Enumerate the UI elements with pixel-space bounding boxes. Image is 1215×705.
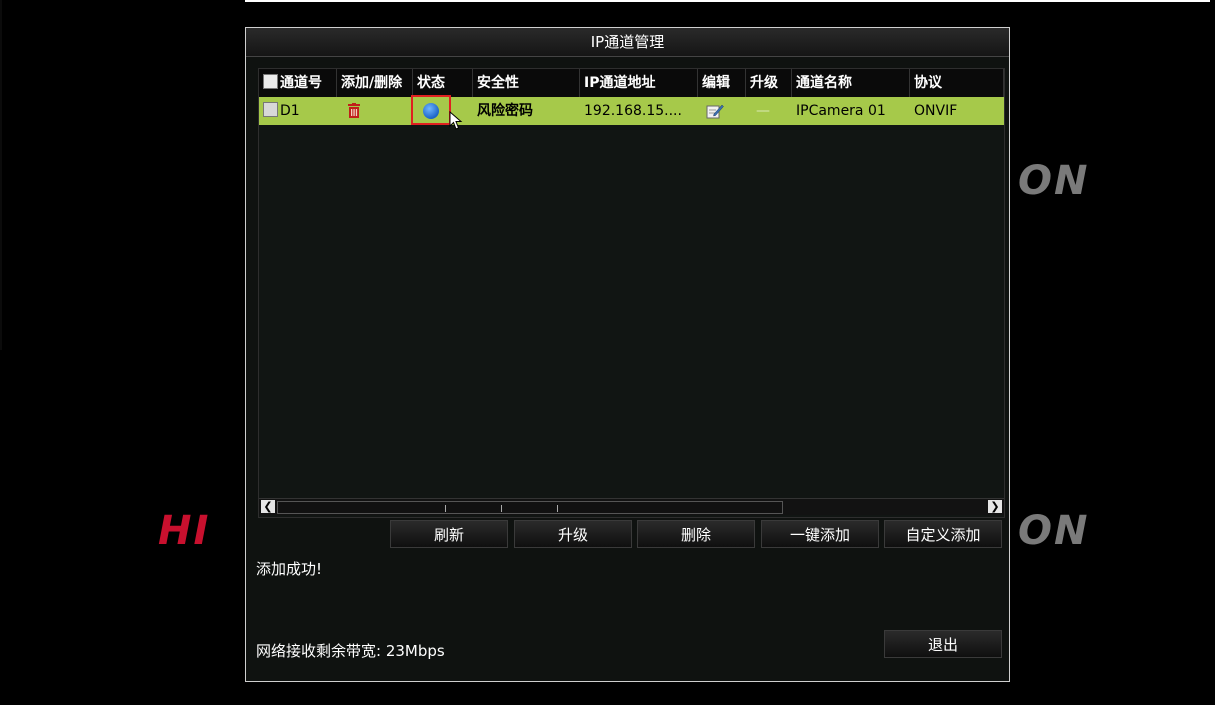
brand-logo-right-top: ON [1018, 158, 1090, 204]
header-protocol: 协议 [910, 69, 1004, 97]
table-header: 通道号 添加/删除 状态 安全性 IP通道地址 编辑 升级 通道名称 协议 [259, 69, 1004, 97]
mouse-cursor-icon [449, 111, 463, 130]
left-border-line [0, 0, 2, 350]
custom-add-button[interactable]: 自定义添加 [884, 520, 1002, 548]
delete-button[interactable]: 删除 [637, 520, 755, 548]
scroll-right-icon[interactable]: ❯ [988, 500, 1002, 513]
cell-add-delete [337, 97, 413, 125]
one-key-add-button[interactable]: 一键添加 [761, 520, 879, 548]
refresh-button[interactable]: 刷新 [390, 520, 508, 548]
header-security: 安全性 [473, 69, 580, 97]
scroll-tick [501, 505, 502, 512]
header-status: 状态 [413, 69, 473, 97]
ip-channel-dialog: IP通道管理 通道号 添加/删除 状态 安全性 IP通道地址 编辑 升级 通道名… [245, 27, 1010, 682]
trash-icon[interactable] [347, 103, 361, 119]
dialog-title: IP通道管理 [246, 28, 1009, 57]
cell-name: IPCamera 01 [796, 103, 886, 119]
channel-id: D1 [280, 103, 300, 119]
scroll-left-icon[interactable]: ❮ [261, 500, 275, 513]
status-message: 添加成功! [256, 560, 323, 578]
header-channel[interactable]: 通道号 [259, 69, 337, 97]
header-add-delete: 添加/删除 [337, 69, 413, 97]
header-upgrade: 升级 [746, 69, 792, 97]
channel-table: 通道号 添加/删除 状态 安全性 IP通道地址 编辑 升级 通道名称 协议 D1 [258, 68, 1005, 518]
header-name: 通道名称 [792, 69, 910, 97]
scrollbar-thumb[interactable] [277, 501, 783, 514]
cell-edit [698, 97, 746, 125]
header-channel-label: 通道号 [280, 75, 322, 91]
upgrade-button[interactable]: 升级 [514, 520, 632, 548]
exit-button[interactable]: 退出 [884, 630, 1002, 658]
brand-logo-left: HI [158, 508, 211, 554]
cell-security: 风险密码 [477, 103, 533, 119]
status-dot-icon[interactable] [423, 103, 439, 119]
bandwidth-text: 网络接收剩余带宽: 23Mbps [256, 642, 445, 660]
horizontal-scrollbar[interactable]: ❮ ❯ [259, 498, 1004, 515]
cell-upgrade: — [756, 103, 770, 119]
select-all-checkbox[interactable] [263, 74, 278, 89]
header-edit: 编辑 [698, 69, 746, 97]
scroll-tick [445, 505, 446, 512]
table-row[interactable]: D1 风险密码 192.168.15.... — IPCamera 01 ONV… [259, 95, 1004, 130]
top-border-line [245, 0, 1210, 2]
cell-channel: D1 [259, 97, 337, 125]
header-ip: IP通道地址 [580, 69, 698, 97]
cell-status [411, 95, 473, 130]
edit-icon[interactable] [706, 103, 724, 119]
cell-protocol: ONVIF [914, 103, 958, 119]
brand-logo-right-bottom: ON [1018, 508, 1090, 554]
cell-ip: 192.168.15.... [584, 103, 682, 119]
row-checkbox[interactable] [263, 102, 278, 117]
scroll-tick [557, 505, 558, 512]
